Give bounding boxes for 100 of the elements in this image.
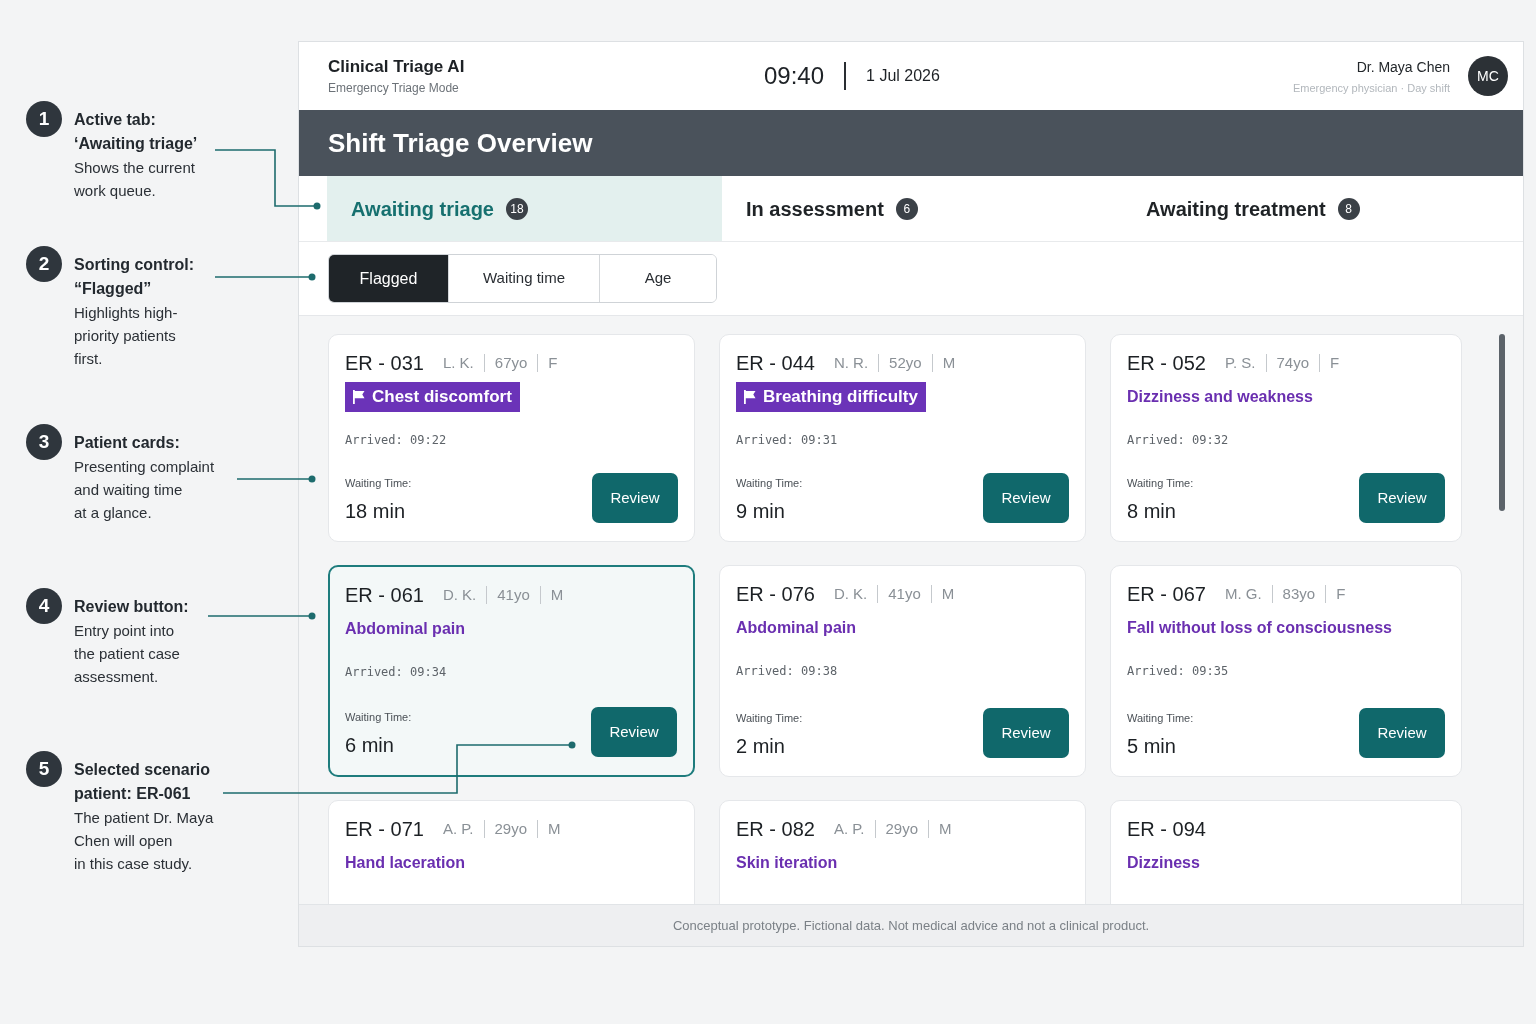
patient-detail: D. K. [442,585,477,605]
review-button[interactable]: Review [592,473,678,523]
patient-id: ER - 082 [736,817,815,841]
patient-detail: M [941,584,955,604]
patient-detail: 41yo [497,585,530,605]
user-avatar[interactable]: MC [1468,56,1508,96]
count-badge: 18 [506,197,528,220]
clock-time: 09:40 [764,62,825,90]
step-number: 5 [26,751,62,787]
patient-detail: M [942,353,956,373]
waiting-label: Waiting Time: [1127,476,1194,490]
callout-text: Shows the current work queue. [74,158,195,201]
patient-detail: 29yo [885,819,919,839]
callout-text: Entry point into the patient case assessment. [74,621,180,687]
step-number: 2 [26,246,62,282]
waiting-time: 9 min [736,499,786,523]
callout-title: Patient cards: [74,433,180,453]
callout-text: Presenting complaint and waiting time at a glance. [74,457,215,523]
patient-id: ER - 061 [345,583,424,607]
patient-detail: N. R. [833,353,869,373]
patient-id: ER - 052 [1127,351,1206,375]
complaint-text: Dizziness and weakness [1127,387,1313,407]
flag-icon [353,390,365,404]
arrival-time: Arrived: 09:31 [736,432,838,448]
patient-detail: F [1336,584,1346,604]
patient-detail: 67yo [494,353,528,373]
review-button[interactable]: Review [591,707,677,757]
patient-detail: 52yo [889,353,922,373]
date-label: 1 Jul 2026 [866,66,940,86]
waiting-time: 8 min [1127,499,1177,523]
patient-detail: F [548,353,558,373]
patient-detail: 29yo [494,819,528,839]
complaint-text: Abdominal pain [345,619,465,639]
patient-detail: F [1330,353,1340,373]
complaint-text: Fall without loss of consciousness [1127,618,1392,638]
complaint-text: Chest discomfort [372,387,512,407]
user-name: Dr. Maya Chen [1356,57,1450,76]
callout-title: Active tab: ‘Awaiting triage’ [74,110,198,154]
patient-detail: 74yo [1276,353,1310,373]
waiting-label: Waiting Time: [736,476,803,490]
user-role: Emergency physician · Day shift [1292,80,1450,95]
patient-id: ER - 094 [1127,817,1206,841]
review-button[interactable]: Review [1359,473,1445,523]
patient-detail: P. S. [1224,353,1256,373]
page-title-bar: Shift Triage Overview [299,110,1523,176]
review-button[interactable]: Review [983,708,1069,758]
review-button[interactable]: Review [1359,708,1445,758]
count-badge: 8 [1337,197,1360,220]
waiting-label: Waiting Time: [345,476,412,490]
mode-label: Emergency Triage Mode [328,81,459,96]
arrival-time: Arrived: 09:34 [345,664,447,680]
patient-detail: D. K. [833,584,868,604]
waiting-time: 18 min [345,499,407,523]
complaint-text: Dizziness [1127,853,1200,873]
patient-id: ER - 076 [736,582,815,606]
callout-title: Review button: [74,597,189,617]
complaint-text: Breathing difficulty [763,387,918,407]
tab[interactable]: Awaiting triage 18 [327,176,722,241]
arrival-time: Arrived: 09:22 [345,432,447,448]
tab[interactable]: In assessment 6 [722,176,1122,241]
patient-id: ER - 067 [1127,582,1206,606]
callout-title: Sorting control: “Flagged” [74,255,194,299]
complaint-text: Hand laceration [345,853,466,873]
scrollbar[interactable] [1499,334,1505,511]
count-badge: 6 [895,197,918,220]
patient-detail: M [548,819,561,839]
waiting-label: Waiting Time: [345,710,412,724]
flag-icon [744,390,756,404]
complaint-text: Skin iteration [736,853,838,873]
callout-title: Selected scenario patient: ER-061 [74,760,211,804]
patient-detail: L. K. [442,353,474,373]
complaint-text: Abdominal pain [736,618,856,638]
tab[interactable]: Awaiting treatment 8 [1122,176,1523,241]
review-button[interactable]: Review [983,473,1069,523]
sort-option[interactable]: Flagged [329,255,448,302]
patient-detail: 41yo [888,584,921,604]
patient-id: ER - 031 [345,351,424,375]
callout-text: Highlights high- priority patients first. [74,303,178,369]
callout-text: The patient Dr. Maya Chen will open in this case study. [74,808,214,874]
waiting-time: 6 min [345,733,395,757]
footer-note: Conceptual prototype. Fictional data. Not medical advice and not a clinical product. [299,904,1523,946]
waiting-time: 2 min [736,734,786,758]
step-number: 1 [26,101,62,137]
patient-detail: A. P. [833,819,865,839]
patient-detail: M [550,585,564,605]
patient-detail: M. G. [1224,584,1262,604]
step-number: 4 [26,588,62,624]
sort-option[interactable]: Age [599,255,716,302]
waiting-label: Waiting Time: [736,711,803,725]
waiting-time: 5 min [1127,734,1177,758]
patient-detail: A. P. [442,819,474,839]
patient-detail: M [939,819,952,839]
app-title: Clinical Triage AI [328,56,465,78]
step-number: 3 [26,424,62,460]
arrival-time: Arrived: 09:38 [736,663,838,679]
arrival-time: Arrived: 09:32 [1127,432,1229,448]
waiting-label: Waiting Time: [1127,711,1194,725]
patient-id: ER - 071 [345,817,424,841]
patient-id: ER - 044 [736,351,815,375]
arrival-time: Arrived: 09:35 [1127,663,1229,679]
